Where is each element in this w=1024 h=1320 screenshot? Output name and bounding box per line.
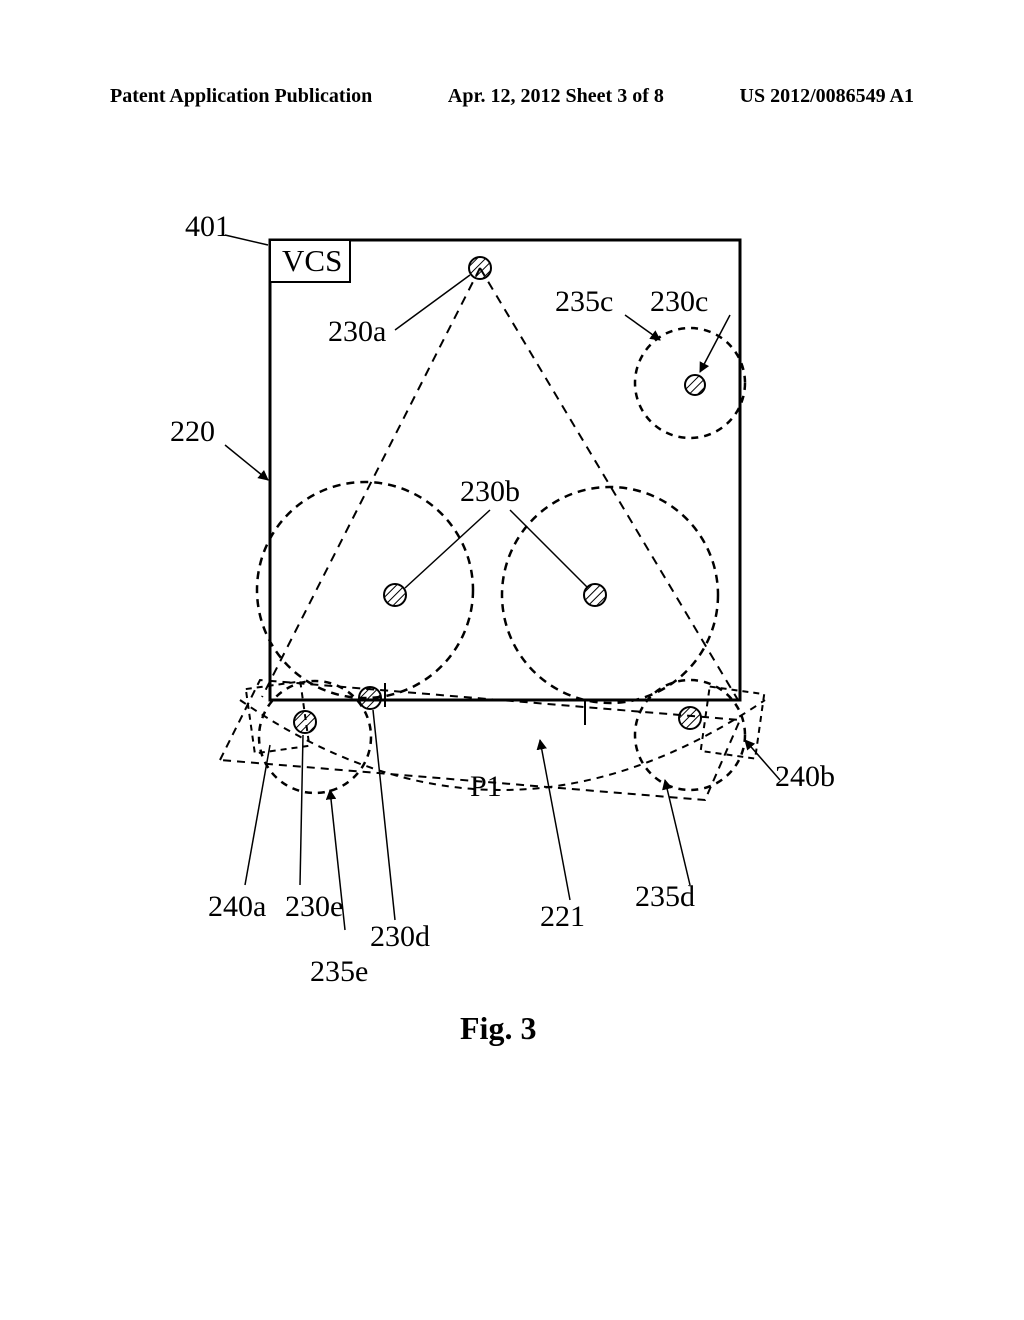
leader-401 <box>225 235 268 245</box>
dot-230c <box>685 375 705 395</box>
label-230d: 230d <box>370 920 430 954</box>
label-401: 401 <box>185 210 230 244</box>
circle-235e <box>259 681 371 793</box>
diagram: 401 VCS 230a 235c 230c 220 230b P1 240b … <box>170 200 870 1100</box>
circle-left <box>257 482 473 698</box>
leader-230c <box>700 315 730 372</box>
leader-220 <box>225 445 268 480</box>
label-235d: 235d <box>635 880 695 914</box>
leader-230b-r <box>510 510 588 588</box>
page-header: Patent Application Publication Apr. 12, … <box>0 85 1024 108</box>
header-center: Apr. 12, 2012 Sheet 3 of 8 <box>448 85 664 108</box>
header-left: Patent Application Publication <box>110 85 372 108</box>
figure-caption: Fig. 3 <box>460 1010 536 1047</box>
dot-230d <box>359 687 381 709</box>
circle-235d <box>635 680 745 790</box>
leader-230e <box>300 735 303 885</box>
label-p1: P1 <box>470 770 502 804</box>
dot-230f <box>679 707 701 729</box>
diagram-svg <box>170 200 870 1100</box>
leader-240a <box>245 745 270 885</box>
circle-right <box>502 487 718 703</box>
label-235c: 235c <box>555 285 613 319</box>
header-right: US 2012/0086549 A1 <box>740 85 914 108</box>
rect-240b <box>701 687 765 759</box>
label-220: 220 <box>170 415 215 449</box>
label-230c: 230c <box>650 285 708 319</box>
label-vcs: VCS <box>282 243 342 279</box>
dot-230b-left <box>384 584 406 606</box>
label-240a: 240a <box>208 890 266 924</box>
leader-221 <box>540 740 570 900</box>
label-221: 221 <box>540 900 585 934</box>
label-230e: 230e <box>285 890 343 924</box>
leader-230a <box>395 275 470 330</box>
dot-230a <box>469 257 491 279</box>
leader-235d <box>665 780 690 885</box>
leader-230d <box>373 710 395 920</box>
label-240b: 240b <box>775 760 835 794</box>
label-230a: 230a <box>328 315 386 349</box>
label-235e: 235e <box>310 955 368 989</box>
dot-230e <box>294 711 316 733</box>
label-230b: 230b <box>460 475 520 509</box>
